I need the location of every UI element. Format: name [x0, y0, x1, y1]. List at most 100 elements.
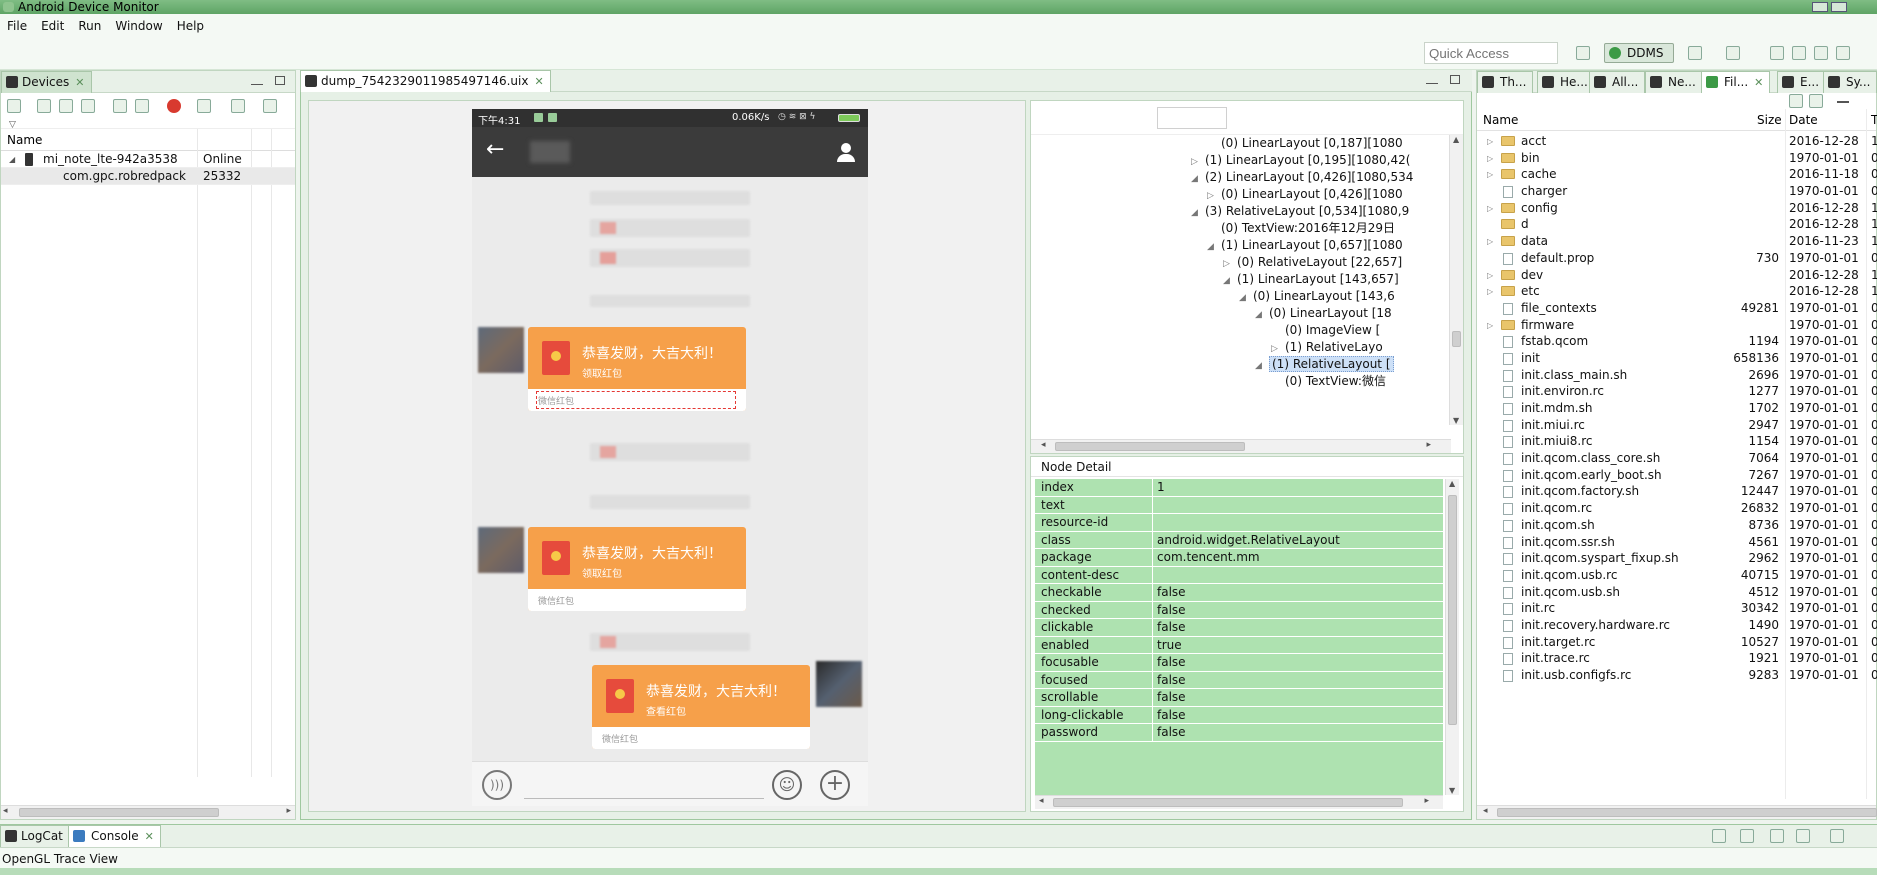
console-tool-icon[interactable] — [1796, 829, 1810, 843]
node-detail-row[interactable]: scrollable false — [1035, 689, 1443, 707]
scroll-thumb[interactable] — [1448, 495, 1457, 725]
scroll-thumb[interactable] — [19, 808, 219, 817]
scroll-thumb[interactable] — [1055, 442, 1245, 451]
gc-icon[interactable] — [81, 99, 95, 113]
node-detail-row[interactable]: focused false — [1035, 671, 1443, 689]
node-detail-row[interactable]: content-desc — [1035, 566, 1443, 584]
node-detail-row[interactable]: password false — [1035, 724, 1443, 742]
col-date[interactable]: Date — [1789, 109, 1818, 131]
node-detail-row[interactable]: clickable false — [1035, 619, 1443, 637]
file-row[interactable]: init.rc 30342 1970-01-01 0 — [1477, 600, 1877, 617]
node-detail-row[interactable]: index 1 — [1035, 479, 1443, 497]
tab-devices[interactable]: Devices ✕ — [1, 71, 92, 93]
quick-access-input[interactable] — [1424, 42, 1558, 64]
contact-icon[interactable] — [836, 143, 856, 163]
file-row[interactable]: ▷ acct 2016-12-28 1 — [1477, 133, 1877, 150]
tree-filter-input[interactable] — [1157, 107, 1227, 129]
tree-node[interactable]: ◢ (1) RelativeLayout [ — [1031, 356, 1463, 373]
minimize-button[interactable] — [1812, 2, 1828, 12]
console-tool-icon[interactable] — [1712, 829, 1726, 843]
node-detail-row[interactable]: text — [1035, 496, 1443, 514]
node-detail-row[interactable]: checkable false — [1035, 584, 1443, 602]
expand-arrow-icon[interactable]: ▷ — [1487, 133, 1493, 150]
file-row[interactable]: init.recovery.hardware.rc 1490 1970-01-01 0 — [1477, 617, 1877, 634]
scroll-down-icon[interactable]: ▼ — [1449, 786, 1455, 795]
node-detail-row[interactable]: package com.tencent.mm — [1035, 549, 1443, 567]
file-row[interactable]: ▷ etc 2016-12-28 1 — [1477, 283, 1877, 300]
file-row[interactable]: init.qcom.sh 8736 1970-01-01 0 — [1477, 517, 1877, 534]
file-row[interactable]: init.miui8.rc 1154 1970-01-01 0 — [1477, 433, 1877, 450]
menu-run[interactable]: Run — [71, 14, 108, 38]
col-size[interactable]: Size — [1757, 109, 1782, 131]
node-detail-row[interactable]: checked false — [1035, 601, 1443, 619]
file-row[interactable]: fstab.qcom 1194 1970-01-01 0 — [1477, 333, 1877, 350]
close-icon[interactable]: ✕ — [534, 75, 543, 88]
maximize-view-button[interactable] — [1450, 75, 1460, 84]
tree-node[interactable]: ▷ (1) LinearLayout [0,195][1080,42( — [1031, 152, 1463, 169]
file-row[interactable]: init.trace.rc 1921 1970-01-01 0 — [1477, 650, 1877, 667]
close-icon[interactable]: ✕ — [1754, 76, 1763, 89]
node-detail-row[interactable]: enabled true — [1035, 636, 1443, 654]
tab-file-explorer[interactable]: Fil... ✕ — [1701, 71, 1771, 93]
minimize-view-button[interactable] — [251, 75, 263, 85]
expand-arrow-icon[interactable]: ▷ — [1487, 150, 1493, 167]
tree-node[interactable]: ◢ (0) LinearLayout [18 — [1031, 305, 1463, 322]
toolbar-icon-1[interactable] — [1688, 46, 1702, 60]
file-row[interactable]: init 658136 1970-01-01 0 — [1477, 350, 1877, 367]
menu-file[interactable]: File — [0, 14, 34, 38]
tree-node[interactable]: ▷ (1) RelativeLayo — [1031, 339, 1463, 356]
nd-v-scrollbar[interactable]: ▲ ▼ — [1445, 479, 1459, 795]
close-icon[interactable]: ✕ — [75, 76, 84, 89]
scroll-right-icon[interactable]: ▸ — [1424, 796, 1429, 806]
scroll-left-icon[interactable]: ◂ — [1039, 796, 1044, 806]
tab-system[interactable]: Sy... — [1823, 71, 1877, 93]
tree-node[interactable]: ◢ (0) LinearLayout [143,6 — [1031, 288, 1463, 305]
method-profiling-icon[interactable] — [135, 99, 149, 113]
toolbar-icon-5[interactable] — [1814, 46, 1828, 60]
expand-arrow-icon[interactable]: ▷ — [1487, 200, 1493, 217]
file-row[interactable]: init.qcom.ssr.sh 4561 1970-01-01 0 — [1477, 534, 1877, 551]
file-row[interactable]: ▷ dev 2016-12-28 1 — [1477, 267, 1877, 284]
file-row[interactable]: ▷ bin 1970-01-01 0 — [1477, 150, 1877, 167]
avatar[interactable] — [478, 527, 524, 573]
screen-capture-icon[interactable] — [197, 99, 211, 113]
console-tool-icon[interactable] — [1830, 829, 1844, 843]
file-row[interactable]: init.miui.rc 2947 1970-01-01 0 — [1477, 417, 1877, 434]
tree-node[interactable]: ◢ (3) RelativeLayout [0,534][1080,9 — [1031, 203, 1463, 220]
dump-view-hierarchy-icon[interactable] — [231, 99, 245, 113]
file-row[interactable]: init.mdm.sh 1702 1970-01-01 0 — [1477, 400, 1877, 417]
back-arrow-icon[interactable]: ← — [486, 137, 504, 162]
avatar[interactable] — [816, 661, 862, 707]
voice-icon[interactable]: ))) — [482, 770, 512, 800]
tab-console[interactable]: Console ✕ — [68, 825, 161, 847]
scroll-left-icon[interactable]: ◂ — [3, 806, 8, 816]
expand-arrow-icon[interactable]: ▷ — [1487, 317, 1493, 334]
col-t[interactable]: T — [1871, 109, 1877, 131]
expand-arrow-icon[interactable]: ▷ — [1487, 166, 1493, 183]
menu-edit[interactable]: Edit — [34, 14, 71, 38]
node-detail-row[interactable]: focusable false — [1035, 654, 1443, 672]
tree-node[interactable]: ▷ (0) RelativeLayout [22,657] — [1031, 254, 1463, 271]
minimize-view-button[interactable] — [1426, 74, 1438, 84]
toolbar-icon-6[interactable] — [1836, 46, 1850, 60]
delete-icon[interactable] — [1837, 101, 1849, 103]
file-row[interactable]: init.class_main.sh 2696 1970-01-01 0 — [1477, 367, 1877, 384]
tree-node[interactable]: ▷ (0) LinearLayout [0,426][1080 — [1031, 186, 1463, 203]
node-detail-row[interactable]: long-clickable false — [1035, 706, 1443, 724]
scroll-up-icon[interactable]: ▲ — [1449, 479, 1455, 488]
avatar[interactable] — [478, 327, 524, 373]
scroll-thumb[interactable] — [1497, 808, 1877, 817]
file-row[interactable]: init.qcom.usb.rc 40715 1970-01-01 0 — [1477, 567, 1877, 584]
systrace-icon[interactable] — [263, 99, 277, 113]
open-perspective-icon[interactable] — [1576, 46, 1590, 60]
expand-arrow-icon[interactable]: ◢ — [9, 151, 15, 168]
tree-node[interactable]: (0) ImageView [ — [1031, 322, 1463, 339]
ddms-perspective-button[interactable]: DDMS — [1604, 43, 1674, 63]
expand-arrow-icon[interactable]: ▷ — [1487, 283, 1493, 300]
dump-hprof-icon[interactable] — [59, 99, 73, 113]
red-packet-message[interactable]: 恭喜发财，大吉大利！ 领取红包 微信红包 — [528, 527, 746, 611]
scroll-thumb[interactable] — [1452, 331, 1461, 347]
tree-node[interactable]: (0) LinearLayout [0,187][1080 — [1031, 135, 1463, 152]
col-name[interactable]: Name — [1483, 109, 1518, 131]
file-row[interactable]: charger 1970-01-01 0 — [1477, 183, 1877, 200]
